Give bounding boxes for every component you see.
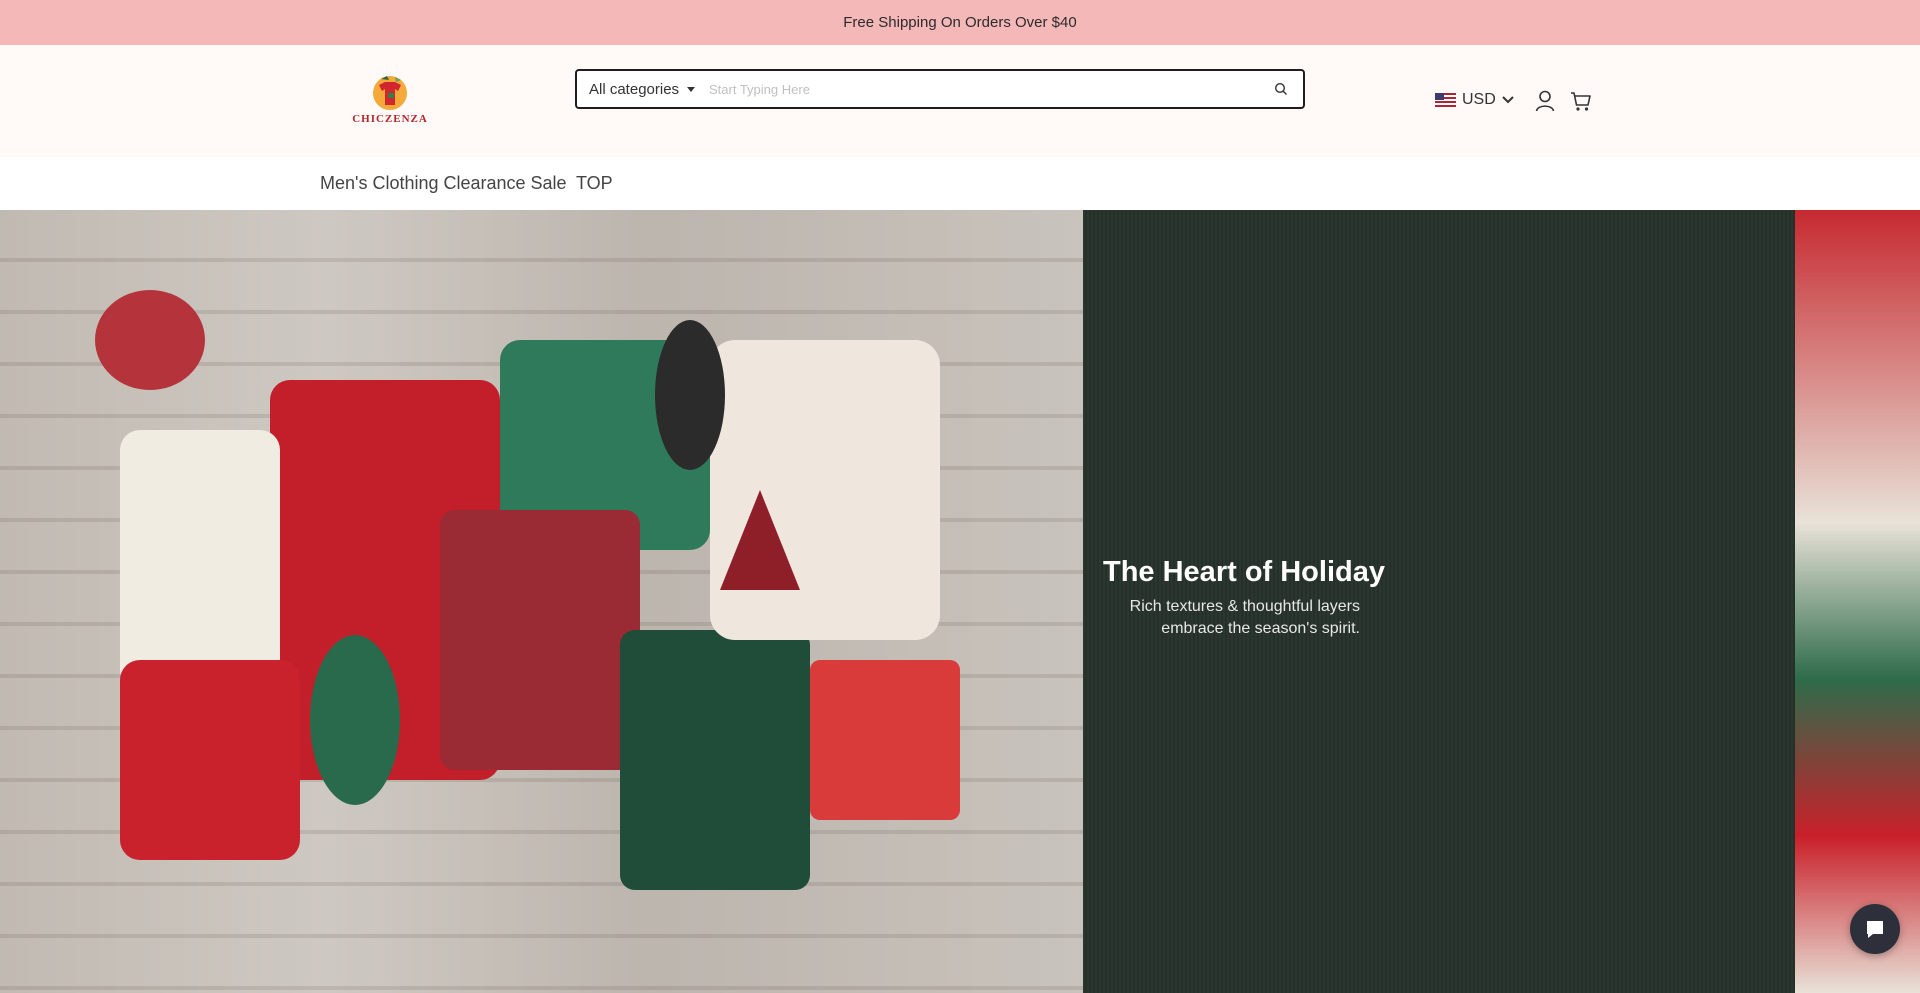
announcement-bar: Free Shipping On Orders Over $40 [0,0,1920,45]
search-input[interactable] [709,71,1259,107]
cart-icon [1571,92,1591,111]
hero-title: The Heart of Holiday [1103,556,1385,588]
site-header: CHICZENZA All categories USD [0,45,1920,157]
caret-down-icon [687,86,696,92]
category-select[interactable]: All categories [577,71,709,107]
currency-code: USD [1462,91,1496,108]
hero-subtitle-line-1: Rich textures & thoughtful layers [1129,598,1360,615]
hero-product-photo [0,210,1083,993]
hero-next-slide-peek [1795,210,1920,993]
nav-item-clearance-sale[interactable]: Men's Clothing Clearance Sale [320,173,567,194]
logo-icon [373,76,407,110]
chat-button[interactable] [1850,904,1900,954]
search-bar: All categories [575,69,1305,109]
announcement-text: Free Shipping On Orders Over $40 [843,14,1077,31]
cart-button[interactable] [1570,90,1592,117]
nav-item-top[interactable]: TOP [576,173,613,194]
hero-subtitle: Rich textures & thoughtful layers embrac… [1103,596,1360,640]
holiday-outfits-image [95,290,960,890]
hero-subtitle-line-2: embrace the season's spirit. [1161,620,1360,637]
user-icon [1535,90,1555,112]
category-label: All categories [589,80,680,98]
us-flag-icon [1435,93,1456,107]
account-button[interactable] [1535,90,1555,117]
search-button[interactable] [1259,71,1303,107]
currency-selector[interactable]: USD [1435,91,1514,109]
search-icon [1274,82,1287,95]
logo-text: CHICZENZA [352,113,428,125]
main-nav: Men's Clothing Clearance Sale TOP [0,157,1920,210]
chevron-down-icon [1502,96,1514,104]
site-logo[interactable]: CHICZENZA [348,71,432,129]
chat-icon [1867,921,1883,938]
hero-banner[interactable]: The Heart of Holiday Rich textures & tho… [0,210,1920,993]
